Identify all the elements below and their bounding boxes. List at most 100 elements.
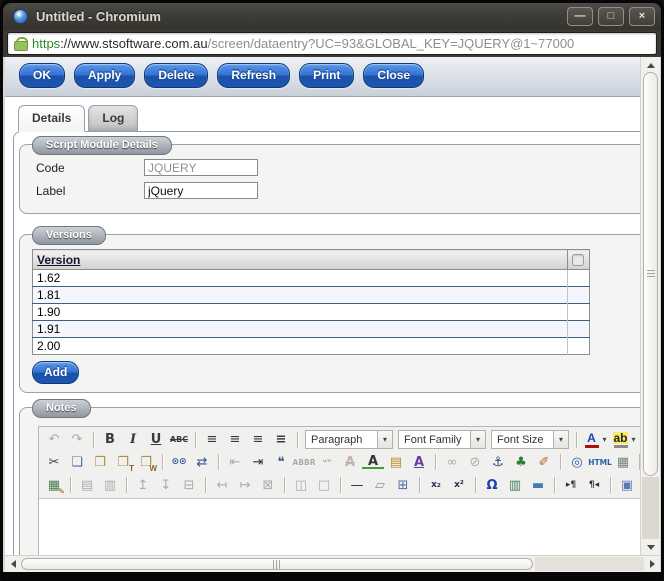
special-character-icon[interactable]: Ω (481, 476, 503, 495)
insert-row-before-icon[interactable]: ↥ (132, 476, 154, 495)
ins-icon[interactable]: A (362, 455, 384, 469)
code-input[interactable] (144, 159, 258, 176)
version-row[interactable]: 2.00 (32, 337, 590, 355)
add-version-button[interactable]: Add (32, 361, 80, 384)
strikethrough-icon[interactable]: ABC (168, 430, 190, 449)
version-select-cell[interactable] (567, 286, 590, 304)
print-icon[interactable]: ▦ (612, 453, 634, 472)
preview-icon[interactable]: ◎ (566, 453, 588, 472)
minimize-button[interactable]: — (567, 7, 593, 26)
version-select-cell[interactable] (567, 269, 590, 287)
version-select-cell[interactable] (567, 303, 590, 321)
table-cell-properties-icon[interactable]: ▥ (99, 476, 121, 495)
abbreviation-icon[interactable]: ABBR (293, 453, 316, 472)
horizontal-scrollbar-thumb[interactable] (21, 558, 533, 570)
html-source-icon[interactable]: HTML (588, 453, 612, 472)
redo-icon[interactable]: ↷ (66, 430, 88, 449)
scroll-down-button[interactable] (641, 540, 660, 555)
editor-content-area[interactable] (39, 498, 640, 555)
delete-column-icon[interactable]: ⊠ (257, 476, 279, 495)
dropdown-arrow-icon[interactable]: ▾ (377, 431, 392, 448)
delete-row-icon[interactable]: ⊟ (178, 476, 200, 495)
select-all-checkbox[interactable] (572, 254, 584, 267)
close-window-button[interactable]: × (629, 7, 655, 26)
unlink-icon[interactable]: ⊘ (464, 453, 486, 472)
font-family-select[interactable]: Font Family ▾ (398, 430, 486, 449)
dropdown-arrow-icon[interactable]: ▾ (553, 431, 568, 448)
align-left-icon[interactable]: ≡ (201, 430, 223, 449)
apply-button[interactable]: Apply (74, 63, 136, 88)
split-cells-icon[interactable]: ◫ (290, 476, 312, 495)
scroll-right-button[interactable] (645, 556, 660, 572)
version-select-cell[interactable] (567, 320, 590, 338)
superscript-icon[interactable]: x² (448, 476, 470, 495)
close-button[interactable]: Close (363, 63, 425, 88)
fullscreen-icon[interactable]: ▣ (616, 476, 638, 495)
paste-from-word-icon[interactable]: ❐ W (135, 453, 157, 473)
maximize-button[interactable]: □ (598, 7, 624, 26)
dropdown-arrow-icon[interactable]: ▾ (470, 431, 485, 448)
find-replace-icon[interactable]: ⇄ (191, 453, 213, 472)
horizontal-rule-icon[interactable]: — (346, 476, 368, 495)
version-sort-link[interactable]: Version (37, 253, 80, 267)
highlight-color-icon[interactable]: ab ▾ (612, 430, 638, 449)
align-justify-icon[interactable]: ≡ (270, 430, 292, 449)
copy-icon[interactable]: ❏ (66, 453, 88, 472)
find-icon[interactable]: ⊙⊙ (168, 453, 190, 472)
link-icon[interactable]: ∞ (441, 453, 463, 472)
text-color-icon[interactable]: A ▾ (583, 430, 609, 449)
tab-log[interactable]: Log (88, 105, 139, 132)
horizontal-scrollbar-track[interactable] (535, 557, 644, 571)
subscript-icon[interactable]: x₂ (425, 476, 447, 495)
advanced-hr-icon[interactable]: ▬ (527, 476, 549, 495)
refresh-button[interactable]: Refresh (217, 63, 291, 88)
dropdown-arrow-icon[interactable]: ▾ (629, 435, 638, 444)
underline-icon[interactable]: U (145, 430, 167, 449)
layers-icon[interactable]: ❏ (639, 476, 640, 495)
address-bar[interactable]: https://www.stsoftware.com.au/screen/dat… (7, 32, 657, 55)
label-input[interactable] (144, 182, 258, 199)
acronym-icon[interactable]: A (408, 453, 430, 472)
blockquote-icon[interactable]: ❝ (270, 453, 292, 472)
paste-icon[interactable]: ❐ (89, 453, 111, 472)
version-row[interactable]: 1.62 (32, 269, 590, 287)
align-right-icon[interactable]: ≡ (247, 430, 269, 449)
insert-table-icon[interactable]: ▦ ✎ (43, 476, 65, 496)
merge-cells-icon[interactable]: □ (313, 476, 335, 495)
italic-icon[interactable]: I (122, 430, 144, 449)
insert-row-after-icon[interactable]: ↧ (155, 476, 177, 495)
insert-column-after-icon[interactable]: ↦ (234, 476, 256, 495)
quotation-icon[interactable]: ❝❞ (316, 453, 338, 472)
attributes-icon[interactable]: ▤ (385, 453, 407, 472)
bold-icon[interactable]: B (99, 430, 121, 449)
rtl-icon[interactable]: ¶◂ (583, 476, 605, 495)
delete-button[interactable]: Delete (144, 63, 209, 88)
del-icon[interactable]: A (339, 453, 361, 472)
ltr-icon[interactable]: ▸¶ (560, 476, 582, 495)
cleanup-icon[interactable]: ✐ (533, 453, 555, 472)
font-size-select[interactable]: Font Size ▾ (491, 430, 569, 449)
visual-aid-icon[interactable]: ⊞ (392, 476, 414, 495)
insert-column-before-icon[interactable]: ↤ (211, 476, 233, 495)
cut-icon[interactable]: ✂ (43, 453, 65, 472)
align-center-icon[interactable]: ≡ (224, 430, 246, 449)
outdent-icon[interactable]: ⇤ (224, 453, 246, 472)
image-icon[interactable]: ♣ (510, 453, 532, 472)
scroll-left-button[interactable] (5, 556, 20, 572)
undo-icon[interactable]: ↶ (43, 430, 65, 449)
vertical-scrollbar-thumb[interactable] (643, 72, 658, 476)
table-row-properties-icon[interactable]: ▤ (76, 476, 98, 495)
indent-icon[interactable]: ⇥ (247, 453, 269, 472)
remove-format-icon[interactable]: ▱ (369, 476, 391, 495)
dropdown-arrow-icon[interactable]: ▾ (600, 435, 609, 444)
version-row[interactable]: 1.90 (32, 303, 590, 321)
paragraph-format-select[interactable]: Paragraph ▾ (305, 430, 393, 449)
ok-button[interactable]: OK (19, 63, 65, 88)
anchor-icon[interactable]: ⚓ (487, 453, 509, 472)
version-row[interactable]: 1.81 (32, 286, 590, 304)
media-icon[interactable]: ▥ (504, 476, 526, 495)
paste-as-text-icon[interactable]: ❐ T (112, 453, 134, 473)
scroll-up-button[interactable] (641, 57, 660, 72)
tab-details[interactable]: Details (18, 105, 86, 132)
version-select-cell[interactable] (567, 337, 590, 355)
